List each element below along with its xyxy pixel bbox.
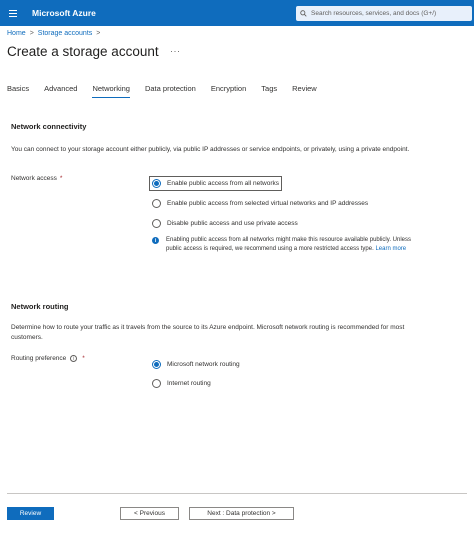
breadcrumb: Home > Storage accounts > <box>7 30 104 37</box>
radio-internet-routing[interactable]: Internet routing <box>152 379 211 388</box>
required-asterisk: * <box>82 355 85 362</box>
breadcrumb-separator: > <box>96 30 101 37</box>
radio-circle[interactable] <box>152 179 161 188</box>
public-access-info-message: i Enabling public access from all networ… <box>152 236 412 253</box>
breadcrumb-storage-accounts[interactable]: Storage accounts <box>38 30 92 37</box>
network-connectivity-heading: Network connectivity <box>11 122 87 131</box>
network-access-label-text: Network access <box>11 175 57 182</box>
radio-circle[interactable] <box>152 360 161 369</box>
tab-advanced[interactable]: Advanced <box>44 84 77 98</box>
radio-label: Enable public access from all networks <box>167 180 279 187</box>
network-routing-description: Determine how to route your traffic as i… <box>11 324 405 341</box>
network-routing-heading: Network routing <box>11 302 69 311</box>
radio-circle[interactable] <box>152 379 161 388</box>
tab-basics[interactable]: Basics <box>7 84 29 98</box>
tab-review[interactable]: Review <box>292 84 317 98</box>
required-asterisk: * <box>59 175 63 182</box>
breadcrumb-separator: > <box>29 30 34 37</box>
info-tooltip-icon[interactable]: i <box>70 355 78 362</box>
routing-preference-label: Routing preference i * <box>11 355 85 362</box>
radio-microsoft-routing[interactable]: Microsoft network routing <box>152 360 240 369</box>
tab-data-protection[interactable]: Data protection <box>145 84 196 98</box>
tab-encryption[interactable]: Encryption <box>211 84 246 98</box>
tab-networking[interactable]: Networking <box>92 84 130 98</box>
tab-bar: Basics Advanced Networking Data protecti… <box>7 84 332 100</box>
footer-divider <box>7 493 467 494</box>
menu-icon[interactable] <box>4 0 22 26</box>
more-options-button[interactable]: ··· <box>170 46 181 56</box>
search-icon <box>300 10 307 17</box>
tab-tags[interactable]: Tags <box>261 84 277 98</box>
radio-public-all-networks[interactable]: Enable public access from all networks <box>149 176 282 191</box>
radio-label: Enable public access from selected virtu… <box>167 200 369 207</box>
top-bar: Microsoft Azure <box>0 0 474 26</box>
next-data-protection-button[interactable]: Next : Data protection > <box>189 507 294 520</box>
routing-preference-label-text: Routing preference <box>11 355 67 362</box>
page-title: Create a storage account <box>7 44 159 59</box>
network-access-label: Network access * <box>11 175 62 182</box>
network-connectivity-description: You can connect to your storage account … <box>11 146 410 153</box>
breadcrumb-home[interactable]: Home <box>7 30 26 37</box>
info-icon: i <box>152 237 159 244</box>
portal-brand[interactable]: Microsoft Azure <box>32 8 96 18</box>
radio-disable-public-access[interactable]: Disable public access and use private ac… <box>152 219 298 228</box>
previous-button[interactable]: < Previous <box>120 507 179 520</box>
learn-more-link[interactable]: Learn more <box>375 246 406 252</box>
search-input[interactable] <box>311 10 461 17</box>
radio-circle[interactable] <box>152 219 161 228</box>
radio-public-selected-networks[interactable]: Enable public access from selected virtu… <box>152 199 368 208</box>
radio-label: Disable public access and use private ac… <box>167 220 298 227</box>
radio-label: Microsoft network routing <box>167 361 240 368</box>
radio-label: Internet routing <box>167 380 211 387</box>
review-button[interactable]: Review <box>7 507 54 520</box>
radio-circle[interactable] <box>152 199 161 208</box>
search-box[interactable] <box>296 6 472 21</box>
